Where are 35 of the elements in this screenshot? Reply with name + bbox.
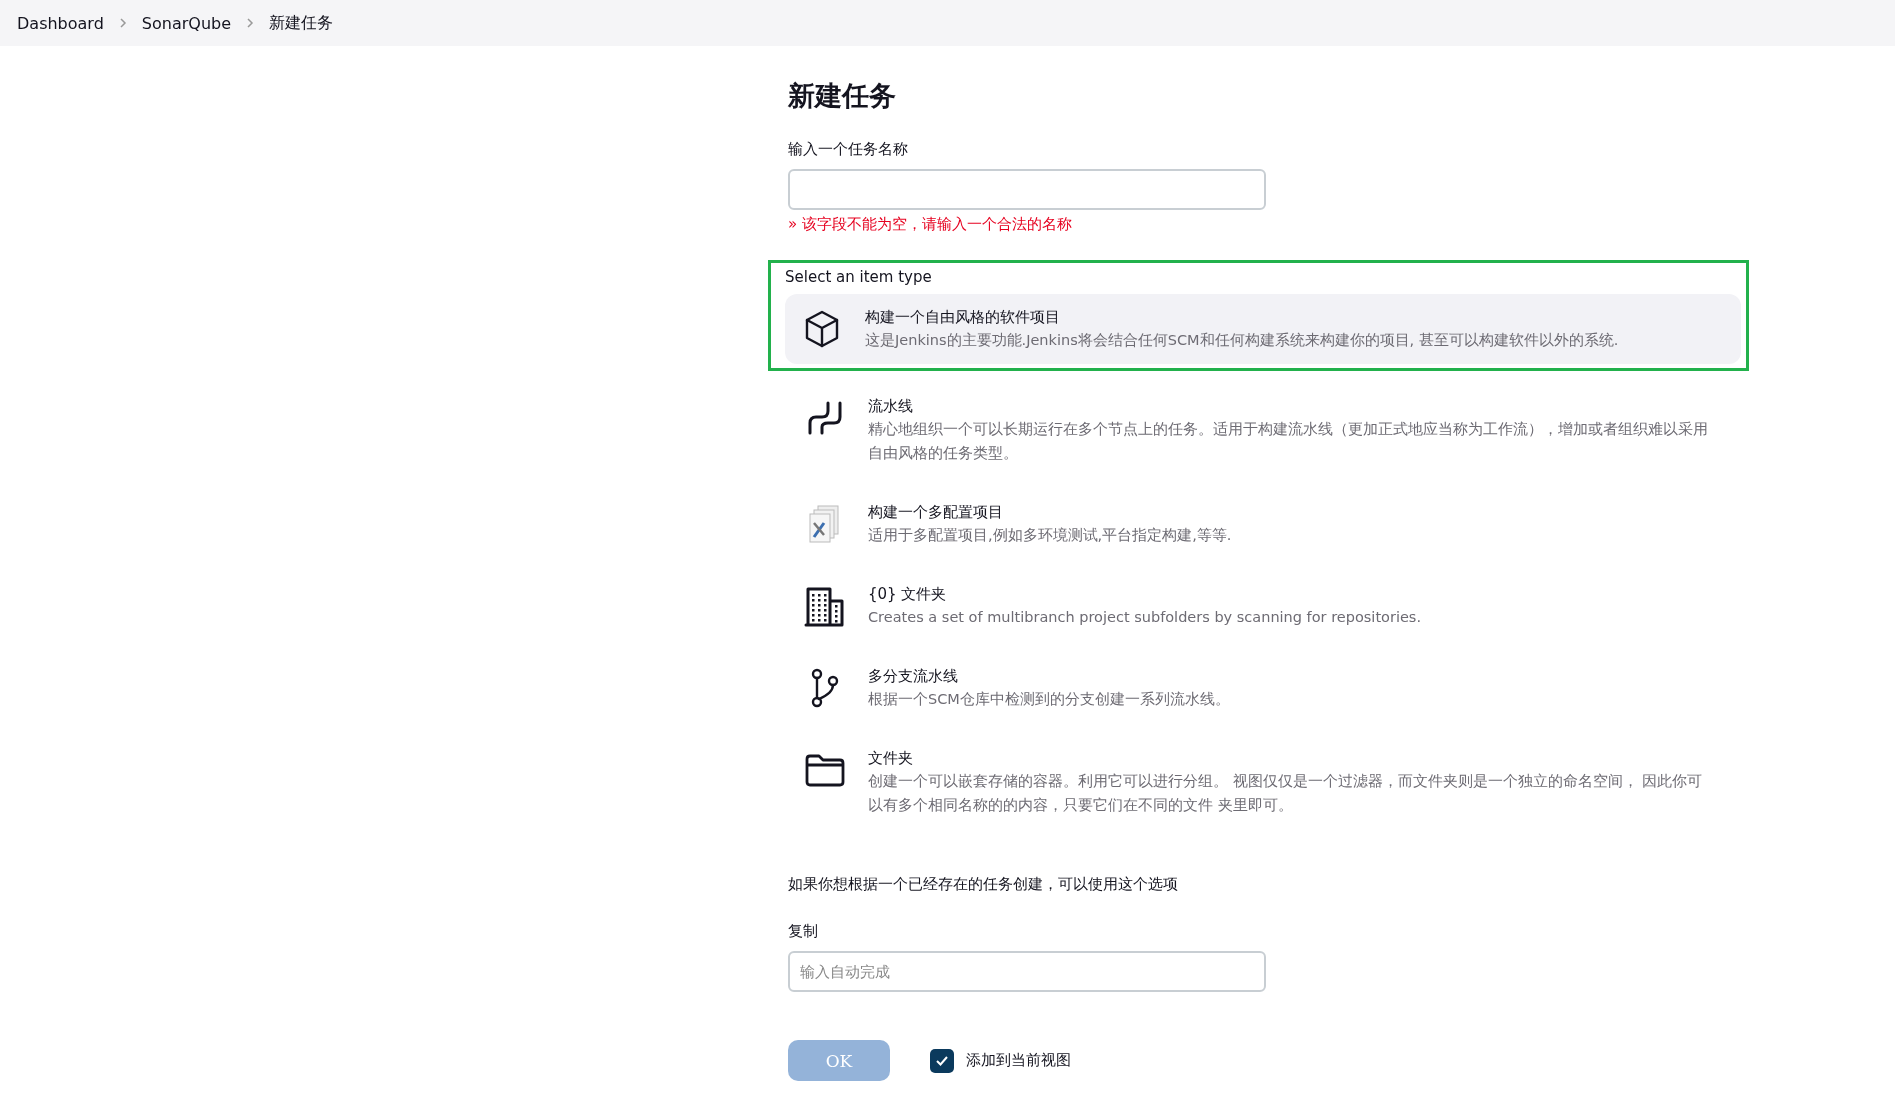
option-description: 创建一个可以嵌套存储的容器。利用它可以进行分组。 视图仅仅是一个过滤器，而文件夹则是一个独立的命名空间， 因此你可以有多个相同名称的的内容，只要它们在不同的文件 夹里即可。 — [868, 772, 1704, 815]
option-title: 多分支流水线 — [868, 666, 959, 687]
option-description: 适用于多配置项目,例如多环境测试,平台指定构建,等等. — [868, 526, 1232, 545]
option-title: 文件夹 — [868, 748, 914, 769]
item-type-option[interactable]: 多分支流水线 根据一个SCM仓库中检测到的分支创建一系列流水线。 — [788, 653, 1753, 723]
option-description: Creates a set of multibranch project subfolders by scanning for repositories. — [868, 608, 1422, 627]
error-message: » 该字段不能为空，请输入一个合法的名称 — [788, 215, 1073, 234]
option-description: 这是Jenkins的主要功能.Jenkins将会结合任何SCM和任何构建系统来构建你的项目, 甚至可以构建软件以外的系统. — [865, 331, 1619, 350]
section-label: Select an item type — [785, 268, 933, 286]
item-type-option[interactable]: 文件夹 创建一个可以嵌套存储的容器。利用它可以进行分组。 视图仅仅是一个过滤器，而文件夹则是一个独立的命名空间， 因此你可以有多个相同名称的的内容，只要它们在不同的文件 夹里即可。 — [788, 735, 1753, 829]
input-field[interactable]: 输入自动完成 — [788, 951, 1266, 992]
input-field[interactable] — [788, 169, 1266, 210]
checkbox-label: 添加到当前视图 — [966, 1051, 1071, 1070]
item-type-option[interactable]: {0} 文件夹 Creates a set of multibranch project subfolders by scanning for repositories. — [788, 571, 1753, 641]
chevron-icon — [117, 17, 128, 29]
check-icon — [935, 1054, 949, 1067]
item-type-option[interactable]: 构建一个自由风格的软件项目 这是Jenkins的主要功能.Jenkins将会结合任何SCM和任何构建系统来构建你的项目, 甚至可以构建软件以外的系统. — [785, 294, 1741, 364]
page-title: 新建任务 — [788, 79, 897, 113]
item-type-option[interactable]: 流水线 精心地组织一个可以长期运行在多个节点上的任务。适用于构建流水线（更加正式地应当称为工作流），增加或者组织难以采用自由风格的任务类型。 — [788, 383, 1753, 477]
option-title: 流水线 — [868, 396, 914, 417]
option-title: {0} 文件夹 — [868, 584, 948, 605]
building-icon — [804, 585, 846, 627]
item-type-option[interactable]: 构建一个多配置项目 适用于多配置项目,例如多环境测试,平台指定构建,等等. — [788, 489, 1753, 559]
option-description: 精心地组织一个可以长期运行在多个节点上的任务。适用于构建流水线（更加正式地应当称为工作流），增加或者组织难以采用自由风格的任务类型。 — [868, 420, 1709, 463]
option-title: 构建一个自由风格的软件项目 — [865, 307, 1061, 328]
chevron-icon — [245, 17, 255, 29]
option-description: 根据一个SCM仓库中检测到的分支创建一系列流水线。 — [868, 690, 1230, 709]
copy-hint: 如果你想根据一个已经存在的任务创建，可以使用这个选项 — [788, 875, 1179, 894]
field-label: 复制 — [788, 922, 819, 941]
option-title: 构建一个多配置项目 — [868, 502, 1004, 523]
checkbox[interactable] — [930, 1048, 954, 1073]
field-label: 输入一个任务名称 — [788, 140, 909, 159]
breadcrumb-link[interactable]: 新建任务 — [269, 12, 333, 34]
breadcrumb-link[interactable]: SonarQube — [141, 13, 231, 33]
breadcrumb-link[interactable]: Dashboard — [17, 13, 104, 33]
